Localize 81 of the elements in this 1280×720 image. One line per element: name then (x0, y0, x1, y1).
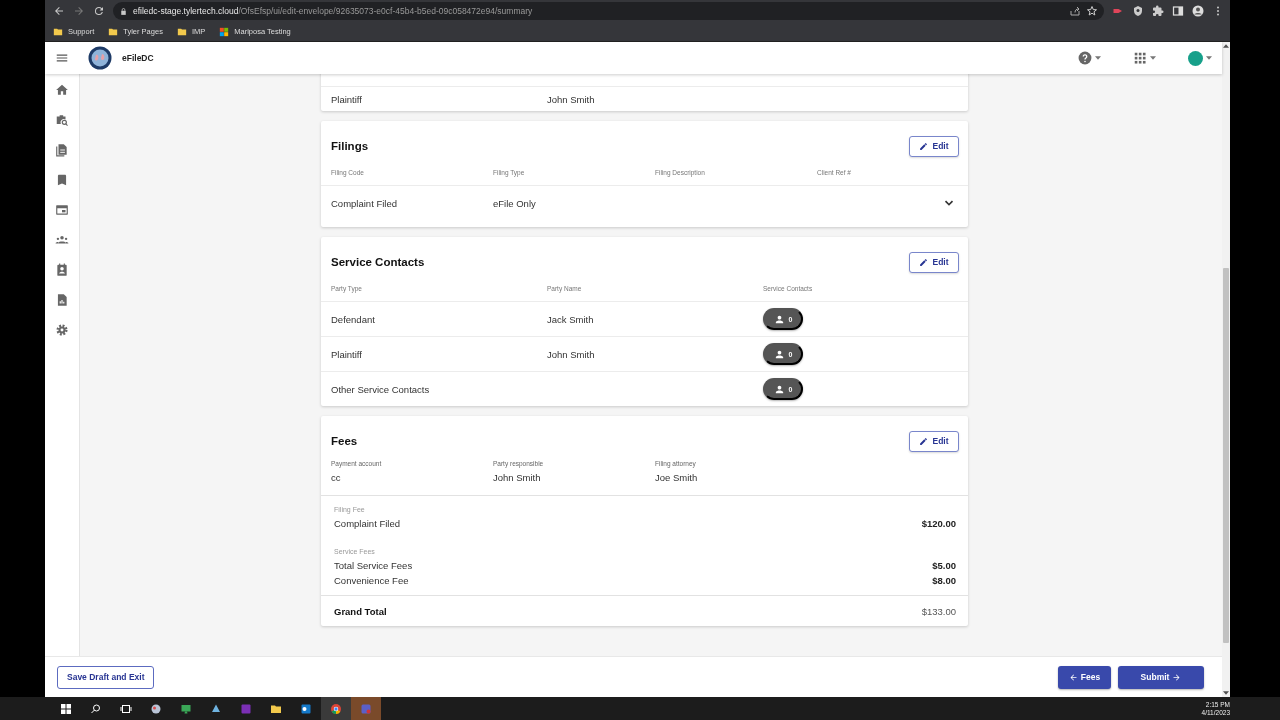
fee-amount: $8.00 (932, 574, 956, 588)
report-icon[interactable] (55, 293, 69, 307)
edit-button[interactable]: Edit (909, 430, 959, 452)
caret-icon (1206, 56, 1212, 60)
fee-amount: $120.00 (921, 517, 956, 531)
documents-icon[interactable] (55, 143, 69, 157)
scrollbar[interactable] (1222, 42, 1230, 697)
windows-icon[interactable] (60, 702, 72, 715)
total-label: Grand Total (334, 605, 387, 617)
search-icon[interactable] (90, 702, 102, 715)
windows-logo-icon (219, 26, 230, 37)
arrow-left-icon (1068, 672, 1078, 682)
share-icon[interactable] (1069, 5, 1081, 17)
field-value: John Smith (493, 471, 542, 485)
url-text: efiledc-stage.tylertech.cloud/OfsEfsp/ui/edit-envelope/92635073-e0cf-45b4-b5ed-09c058472e94/summary (133, 6, 534, 16)
pencil-icon (919, 257, 929, 267)
apps-menu[interactable] (1133, 51, 1156, 65)
pencil-icon (919, 141, 929, 151)
caret-icon (1150, 56, 1156, 60)
fee-label: Complaint Filed (334, 517, 400, 531)
party-type: Plaintiff (331, 348, 363, 360)
help-menu[interactable] (1078, 51, 1101, 65)
app-icon[interactable] (150, 702, 162, 715)
filing-code: Complaint Filed (331, 198, 398, 209)
person-icon (773, 313, 785, 325)
home-icon[interactable] (55, 83, 69, 97)
scroll-down-icon[interactable] (1223, 691, 1229, 695)
folder-icon (176, 26, 187, 37)
party-name: John Smith (547, 348, 596, 360)
contact-card-icon[interactable] (55, 263, 69, 277)
back-button[interactable]: Fees (1058, 665, 1111, 689)
party-type: Defendant (331, 313, 376, 325)
profile-icon[interactable] (1192, 5, 1204, 17)
fee-amount: $5.00 (932, 559, 956, 573)
settings-icon[interactable] (55, 323, 69, 337)
side-panel-icon[interactable] (1172, 5, 1184, 17)
task-view-icon[interactable] (120, 702, 132, 715)
party-type: Other Service Contacts (331, 383, 431, 395)
fee-label: Total Service Fees (334, 559, 413, 573)
field-value: cc (331, 471, 342, 485)
submit-button[interactable]: Submit (1118, 665, 1204, 689)
app-icon[interactable] (180, 702, 192, 715)
party-name: John Smith (547, 93, 596, 105)
folder-icon (53, 26, 63, 37)
pencil-icon (919, 436, 929, 446)
star-icon[interactable] (1086, 5, 1098, 17)
folder-icon (108, 26, 119, 37)
person-icon (773, 348, 785, 360)
total-amount: $133.00 (921, 605, 956, 617)
address-bar[interactable]: efiledc-stage.tylertech.cloud/OfsEfsp/ui/edit-envelope/92635073-e0cf-45b4-b5ed-09c058472e94/summary (113, 2, 1104, 20)
caret-icon (1095, 56, 1101, 60)
puzzle-icon[interactable] (1152, 5, 1164, 17)
avatar-icon (1188, 50, 1203, 66)
reload-icon[interactable] (93, 5, 105, 17)
bookmark-icon[interactable] (55, 173, 69, 187)
section-title: Filings (331, 140, 369, 152)
app-icon[interactable] (210, 702, 222, 715)
scroll-up-icon[interactable] (1223, 44, 1229, 48)
card-icon[interactable] (55, 203, 69, 217)
edit-button[interactable]: Edit (909, 251, 959, 273)
filing-type: eFile Only (493, 198, 537, 209)
fee-label: Convenience Fee (334, 574, 409, 588)
app-icon[interactable] (300, 702, 312, 715)
edit-button[interactable]: Edit (909, 135, 959, 157)
shield-icon[interactable] (1132, 5, 1144, 17)
user-menu[interactable] (1188, 50, 1212, 66)
field-value: Joe Smith (655, 471, 699, 485)
arrow-right-icon (1172, 672, 1182, 682)
seal-logo-icon (88, 46, 112, 70)
section-title: Fees (331, 435, 358, 447)
back-icon[interactable] (53, 5, 65, 17)
lock-icon[interactable] (119, 6, 128, 16)
browser-icon[interactable] (330, 702, 342, 715)
party-name: Jack Smith (547, 313, 595, 325)
person-icon (773, 383, 785, 395)
app-title: eFileDC (122, 53, 154, 63)
section-title: Service Contacts (331, 256, 425, 268)
party-type: Plaintiff (331, 93, 363, 105)
briefcase-search-icon[interactable] (55, 113, 69, 127)
group-icon[interactable] (55, 233, 69, 247)
save-draft-button[interactable]: Save Draft and Exit (57, 665, 155, 689)
